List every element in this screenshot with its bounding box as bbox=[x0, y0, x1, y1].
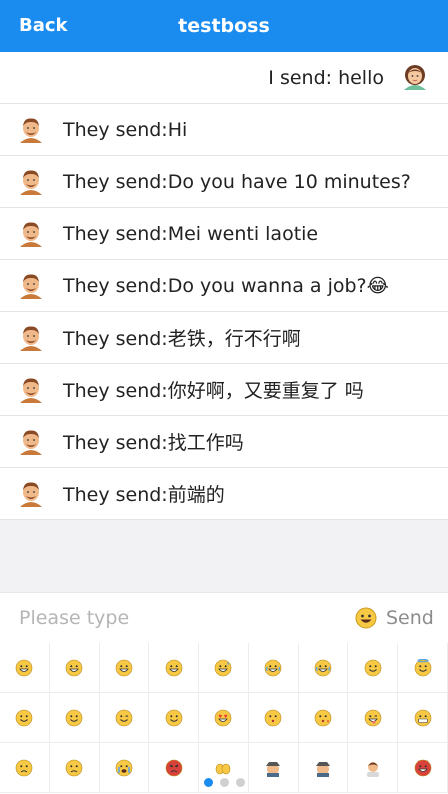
emoji-grid bbox=[0, 643, 448, 794]
man-avatar-icon bbox=[20, 221, 42, 247]
grimace-emoji-icon bbox=[414, 709, 431, 726]
message-text: They send:Do you wanna a job?😂 bbox=[63, 274, 389, 297]
emoji-cell[interactable] bbox=[99, 643, 150, 693]
message-text: They send:Mei wenti laotie bbox=[63, 222, 319, 245]
man-avatar-icon bbox=[20, 325, 42, 351]
message-input[interactable]: Please type bbox=[19, 593, 129, 643]
man-avatar-icon bbox=[20, 169, 42, 195]
man-avatar-icon bbox=[20, 377, 42, 403]
worried-emoji-icon bbox=[65, 759, 83, 776]
pager-dot[interactable] bbox=[203, 778, 213, 787]
grinning-emoji-icon bbox=[16, 659, 33, 676]
message-row: I send: hello bbox=[0, 52, 448, 104]
emoji-cell[interactable] bbox=[0, 643, 50, 693]
emoji-pager bbox=[0, 778, 448, 788]
detective-emoji-icon bbox=[266, 761, 281, 777]
person-emoji-icon bbox=[366, 761, 379, 777]
message-row: They send:老铁，行不行啊 bbox=[0, 312, 448, 364]
emoji-cell[interactable] bbox=[298, 693, 349, 743]
message-text: They send:Do you have 10 minutes? bbox=[63, 170, 411, 193]
emoji-cell[interactable] bbox=[248, 643, 299, 693]
message-text: They send:老铁，行不行啊 bbox=[63, 328, 301, 350]
message-row: They send:Do you wanna a job?😂 bbox=[0, 260, 448, 312]
pager-dot[interactable] bbox=[235, 778, 245, 787]
kiss-face-emoji-icon bbox=[264, 709, 282, 726]
wink-emoji-icon bbox=[115, 709, 133, 726]
send-button[interactable]: Send bbox=[386, 593, 434, 643]
man-avatar-icon bbox=[20, 117, 42, 143]
message-row: They send:Do you have 10 minutes? bbox=[0, 156, 448, 208]
emoji-cell[interactable] bbox=[348, 643, 399, 693]
emoji-cell[interactable] bbox=[199, 643, 249, 693]
halo-emoji-icon bbox=[414, 658, 431, 676]
message-text: They send:你好啊，又要重复了 吗 bbox=[63, 380, 364, 402]
devil-emoji-icon bbox=[414, 759, 431, 776]
blush-emoji-icon bbox=[364, 659, 382, 676]
disappointed-emoji-icon bbox=[16, 759, 33, 776]
tears-of-joy-emoji-icon bbox=[264, 659, 282, 676]
emoji-cell[interactable] bbox=[248, 693, 299, 743]
man-avatar-icon bbox=[20, 429, 42, 455]
emoji-cell[interactable] bbox=[49, 643, 100, 693]
angry-emoji-icon bbox=[165, 759, 183, 776]
hands-emoji-icon bbox=[216, 763, 231, 774]
message-text: They send:Hi bbox=[63, 118, 188, 141]
detective-emoji-icon bbox=[316, 761, 331, 777]
top-bar: Back testboss bbox=[0, 0, 448, 52]
emoji-cell[interactable] bbox=[99, 693, 150, 743]
woman-avatar-icon bbox=[404, 64, 426, 90]
emoji-cell[interactable] bbox=[398, 693, 448, 743]
rofl-emoji-icon bbox=[314, 659, 332, 676]
message-row: They send:前端的 bbox=[0, 468, 448, 520]
pager-dot[interactable] bbox=[219, 778, 229, 787]
message-row: They send:你好啊，又要重复了 吗 bbox=[0, 364, 448, 416]
page-title: testboss bbox=[178, 15, 270, 37]
message-row: They send:Hi bbox=[0, 104, 448, 156]
message-row: They send:Mei wenti laotie bbox=[0, 208, 448, 260]
emoji-cell[interactable] bbox=[298, 643, 349, 693]
emoji-cell[interactable] bbox=[49, 693, 100, 743]
tongue-wink-emoji-icon bbox=[364, 709, 382, 726]
kissing-heart-emoji-icon bbox=[314, 709, 332, 726]
crying-emoji-icon bbox=[115, 759, 133, 776]
message-input-bar: Please type Send bbox=[0, 592, 448, 644]
heart-eyes-emoji-icon bbox=[215, 709, 232, 726]
message-text: I send: hello bbox=[268, 66, 384, 89]
emoji-picker-icon[interactable] bbox=[355, 607, 377, 629]
emoji-cell[interactable] bbox=[199, 693, 249, 743]
message-text: They send:前端的 bbox=[63, 484, 225, 506]
upside-down-emoji-icon bbox=[65, 709, 83, 726]
sweat-smile-emoji-icon bbox=[215, 659, 232, 676]
slight-smile-emoji-icon bbox=[16, 709, 33, 726]
smile-emoji-icon bbox=[65, 659, 83, 676]
man-avatar-icon bbox=[20, 481, 42, 507]
emoji-cell[interactable] bbox=[348, 693, 399, 743]
message-text: They send:找工作吗 bbox=[63, 432, 244, 454]
emoji-cell[interactable] bbox=[398, 643, 448, 693]
emoji-cell[interactable] bbox=[149, 643, 200, 693]
emoji-cell[interactable] bbox=[0, 693, 50, 743]
beaming-emoji-icon bbox=[115, 659, 133, 676]
message-list: I send: hello They send:Hi They send:Do … bbox=[0, 52, 448, 520]
emoji-cell[interactable] bbox=[149, 693, 200, 743]
squint-laugh-emoji-icon bbox=[165, 659, 183, 676]
message-row: They send:找工作吗 bbox=[0, 416, 448, 468]
relieved-emoji-icon bbox=[165, 709, 183, 726]
man-avatar-icon bbox=[20, 273, 42, 299]
